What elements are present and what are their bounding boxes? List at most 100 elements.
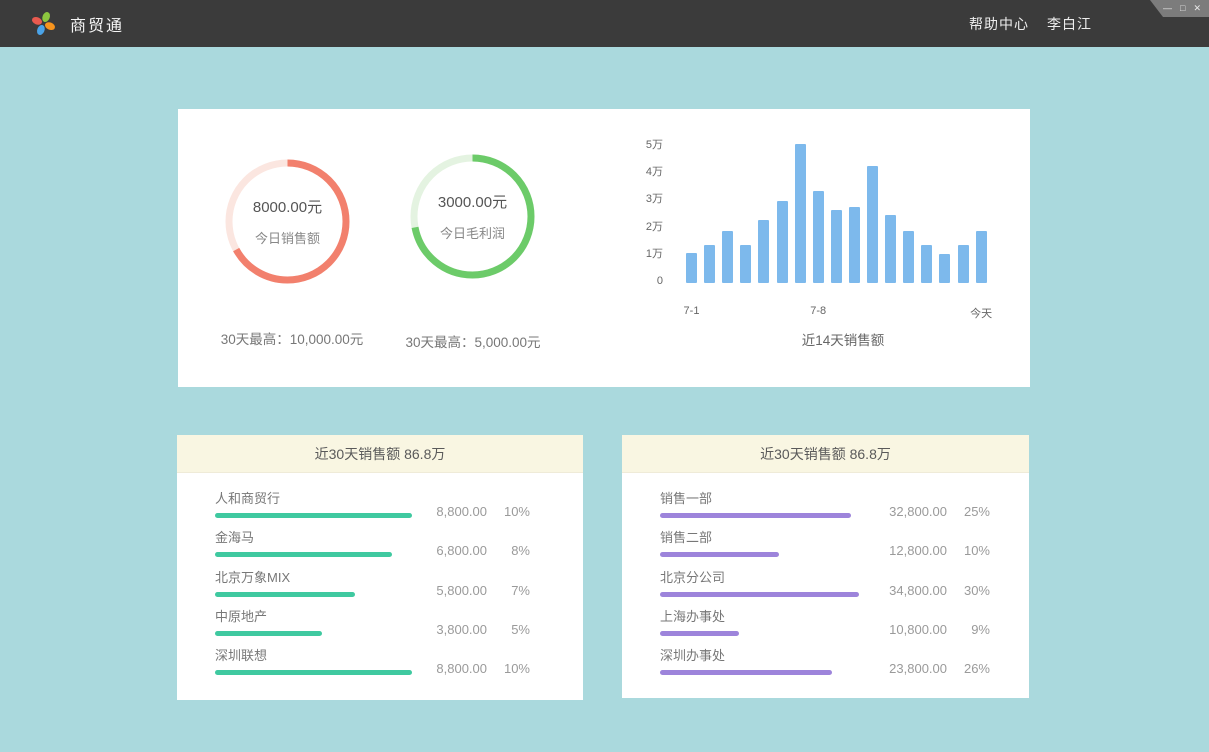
rank-row-bar	[215, 513, 412, 518]
rank-row-value: 12,800.00	[889, 543, 947, 558]
rank-row-percent: 8%	[500, 543, 530, 558]
profit-30d-max: 30天最高：5,000.00元	[363, 331, 583, 351]
rank-row-value: 3,800.00	[436, 622, 487, 637]
today-sales-label: 今日销售额	[255, 228, 320, 247]
rank-row-value: 6,800.00	[436, 543, 487, 558]
rank-row-bar	[215, 670, 412, 675]
bar-day-16	[958, 245, 969, 283]
close-icon[interactable]: ✕	[1193, 0, 1201, 17]
bar-day-9	[831, 210, 842, 283]
bar-day-14	[921, 245, 932, 283]
rank-row-percent: 7%	[500, 583, 530, 598]
title-bar: 商贸通 帮助中心 李白江 — □ ✕	[0, 0, 1209, 47]
y-axis-tick: 3万	[603, 192, 663, 206]
rank-row-bar	[660, 670, 832, 675]
today-overview-card: 8000.00元 今日销售额 30天最高：10,000.00元 3000.00元…	[178, 109, 1030, 387]
today-profit-value: 3000.00元	[438, 191, 507, 212]
rank-row-percent: 10%	[500, 661, 530, 676]
department-rank-list: 销售一部 32,800.00 25% 销售二部 12,800.00 10% 北京…	[622, 473, 1029, 698]
user-menu[interactable]: 李白江	[1047, 14, 1092, 34]
app-logo-pinwheel-icon	[30, 10, 57, 37]
minimize-icon[interactable]: —	[1163, 0, 1172, 17]
y-axis-tick: 5万	[603, 138, 663, 152]
department-sales-rank-card: 近30天销售额 86.8万 销售一部 32,800.00 25% 销售二部 12…	[622, 435, 1029, 698]
rank-row-value: 34,800.00	[889, 583, 947, 598]
bar-day-12	[885, 215, 896, 283]
bar-day-10	[849, 207, 860, 283]
rank-row-bar	[660, 631, 739, 636]
bar-chart-title: 近14天销售额	[743, 329, 943, 349]
topbar-nav: 帮助中心 李白江	[969, 0, 1092, 47]
rank-row-bar	[215, 592, 355, 597]
rank-row-percent: 25%	[960, 504, 990, 519]
customer-rank-title: 近30天销售额 86.8万	[177, 435, 583, 473]
rank-row: 北京万象MIX 5,800.00 7%	[177, 570, 583, 608]
rank-row-value: 8,800.00	[436, 504, 487, 519]
bar-day-6	[777, 201, 788, 283]
bar-day-15	[939, 254, 950, 283]
customer-rank-list: 人和商贸行 8,800.00 10% 金海马 6,800.00 8% 北京万象M…	[177, 473, 583, 700]
rank-row: 上海办事处 10,800.00 9%	[622, 609, 1029, 647]
rank-row-numbers: 8,800.00 10%	[436, 504, 530, 519]
brand: 商贸通	[30, 10, 124, 37]
rank-row-percent: 10%	[960, 543, 990, 558]
today-sales-value: 8000.00元	[253, 196, 322, 217]
bar-chart-x-axis: 7-1 7-8 今天	[178, 305, 1030, 321]
rank-row-numbers: 8,800.00 10%	[436, 661, 530, 676]
rank-row-value: 23,800.00	[889, 661, 947, 676]
rank-row-value: 8,800.00	[436, 661, 487, 676]
bar-day-3	[722, 231, 733, 283]
rank-row: 中原地产 3,800.00 5%	[177, 609, 583, 647]
rank-row-numbers: 12,800.00 10%	[889, 543, 990, 558]
rank-row: 金海马 6,800.00 8%	[177, 530, 583, 568]
rank-row-numbers: 3,800.00 5%	[436, 622, 530, 637]
rank-row: 深圳办事处 23,800.00 26%	[622, 648, 1029, 686]
rank-row-bar	[660, 513, 851, 518]
window-controls: — □ ✕	[1150, 0, 1209, 17]
rank-row-value: 32,800.00	[889, 504, 947, 519]
rank-row-numbers: 10,800.00 9%	[889, 622, 990, 637]
app-title: 商贸通	[70, 12, 124, 36]
rank-row-percent: 10%	[500, 504, 530, 519]
rank-row-numbers: 5,800.00 7%	[436, 583, 530, 598]
rank-row-percent: 26%	[960, 661, 990, 676]
y-axis-tick: 4万	[603, 165, 663, 179]
bar-day-17	[976, 231, 987, 283]
x-axis-tick: 今天	[970, 305, 992, 321]
today-profit-label: 今日毛利润	[440, 223, 505, 242]
customer-sales-rank-card: 近30天销售额 86.8万 人和商贸行 8,800.00 10% 金海马 6,8…	[177, 435, 583, 700]
rank-row: 北京分公司 34,800.00 30%	[622, 570, 1029, 608]
bar-day-4	[740, 245, 751, 283]
bar-day-5	[758, 220, 769, 283]
help-center-link[interactable]: 帮助中心	[969, 14, 1029, 34]
rank-row-percent: 9%	[960, 622, 990, 637]
rank-row-percent: 30%	[960, 583, 990, 598]
rank-row: 深圳联想 8,800.00 10%	[177, 648, 583, 686]
rank-row: 人和商贸行 8,800.00 10%	[177, 491, 583, 529]
rank-row-value: 5,800.00	[436, 583, 487, 598]
rank-row-bar	[215, 552, 392, 557]
bar-day-1	[686, 253, 697, 283]
rank-row-numbers: 32,800.00 25%	[889, 504, 990, 519]
rank-row-value: 10,800.00	[889, 622, 947, 637]
bar-day-13	[903, 231, 914, 283]
y-axis-tick: 1万	[603, 247, 663, 261]
donut-center-text: 8000.00元 今日销售额	[225, 159, 350, 284]
bar-day-11	[867, 166, 878, 283]
bar-chart-y-axis: 01万2万3万4万5万	[603, 139, 663, 289]
rank-row-numbers: 23,800.00 26%	[889, 661, 990, 676]
donut-center-text: 3000.00元 今日毛利润	[410, 154, 535, 279]
rank-row-numbers: 6,800.00 8%	[436, 543, 530, 558]
x-axis-tick: 7-1	[684, 305, 700, 317]
bar-day-2	[704, 245, 715, 283]
today-sales-donut: 8000.00元 今日销售额	[225, 159, 350, 284]
y-axis-tick: 0	[603, 274, 663, 288]
rank-row-bar	[660, 552, 779, 557]
rank-row-bar	[215, 631, 322, 636]
maximize-icon[interactable]: □	[1180, 0, 1185, 17]
rank-row: 销售二部 12,800.00 10%	[622, 530, 1029, 568]
x-axis-tick: 7-8	[810, 305, 826, 317]
bar-day-7	[795, 144, 806, 283]
rank-row-bar	[660, 592, 859, 597]
department-rank-title: 近30天销售额 86.8万	[622, 435, 1029, 473]
